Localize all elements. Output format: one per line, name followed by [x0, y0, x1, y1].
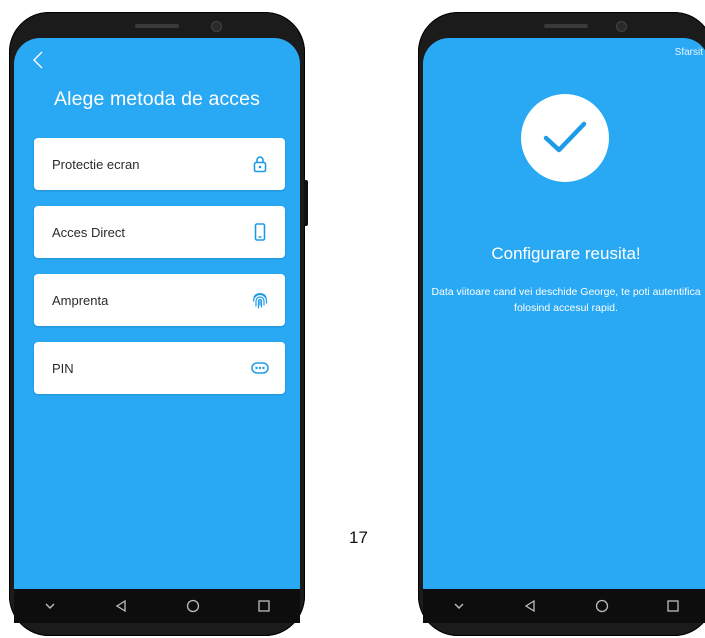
success-message: Data viitoare cand vei deschide George, …: [431, 286, 701, 314]
speaker-grille: [135, 24, 179, 28]
screen-title: Alege metoda de acces: [54, 88, 260, 110]
setup-success-screen: Sfarsit Configurare reusita! Data viitoa…: [423, 38, 705, 589]
nav-recents-icon[interactable]: [244, 594, 284, 618]
nav-recents-icon[interactable]: [653, 594, 693, 618]
power-button: [304, 180, 308, 226]
speaker-grille: [544, 24, 588, 28]
end-link[interactable]: Sfarsit: [675, 47, 703, 58]
access-method-screen: Alege metoda de acces Protectie ecran Ac…: [14, 38, 300, 589]
fingerprint-icon: [251, 291, 269, 309]
page-number: 17: [349, 528, 368, 547]
option-label: PIN: [52, 360, 74, 376]
phone-left: Alege metoda de acces Protectie ecran Ac…: [9, 12, 308, 636]
front-camera: [211, 21, 222, 32]
nav-home-icon[interactable]: [173, 594, 213, 618]
option-protectie-ecran[interactable]: Protectie ecran: [34, 138, 285, 190]
option-label: Amprenta: [52, 292, 109, 308]
nav-back-icon[interactable]: [510, 594, 550, 618]
pin-dots-icon: [251, 359, 269, 377]
option-pin[interactable]: PIN: [34, 342, 285, 394]
front-camera: [616, 21, 627, 32]
back-chevron-icon[interactable]: [28, 49, 50, 71]
option-label: Acces Direct: [52, 224, 125, 240]
option-amprenta[interactable]: Amprenta: [34, 274, 285, 326]
checkmark-icon: [543, 121, 587, 153]
phone-right: Sfarsit Configurare reusita! Data viitoa…: [418, 12, 705, 636]
collapse-chevron-icon[interactable]: [30, 594, 70, 618]
option-label: Protectie ecran: [52, 156, 140, 172]
android-nav-bar: [14, 589, 300, 623]
success-check-badge: [521, 94, 609, 182]
success-title: Configurare reusita!: [491, 244, 641, 263]
phone-icon: [251, 223, 269, 241]
collapse-chevron-icon[interactable]: [439, 594, 479, 618]
nav-back-icon[interactable]: [101, 594, 141, 618]
option-acces-direct[interactable]: Acces Direct: [34, 206, 285, 258]
lock-icon: [251, 155, 269, 173]
android-nav-bar: [423, 589, 705, 623]
nav-home-icon[interactable]: [582, 594, 622, 618]
